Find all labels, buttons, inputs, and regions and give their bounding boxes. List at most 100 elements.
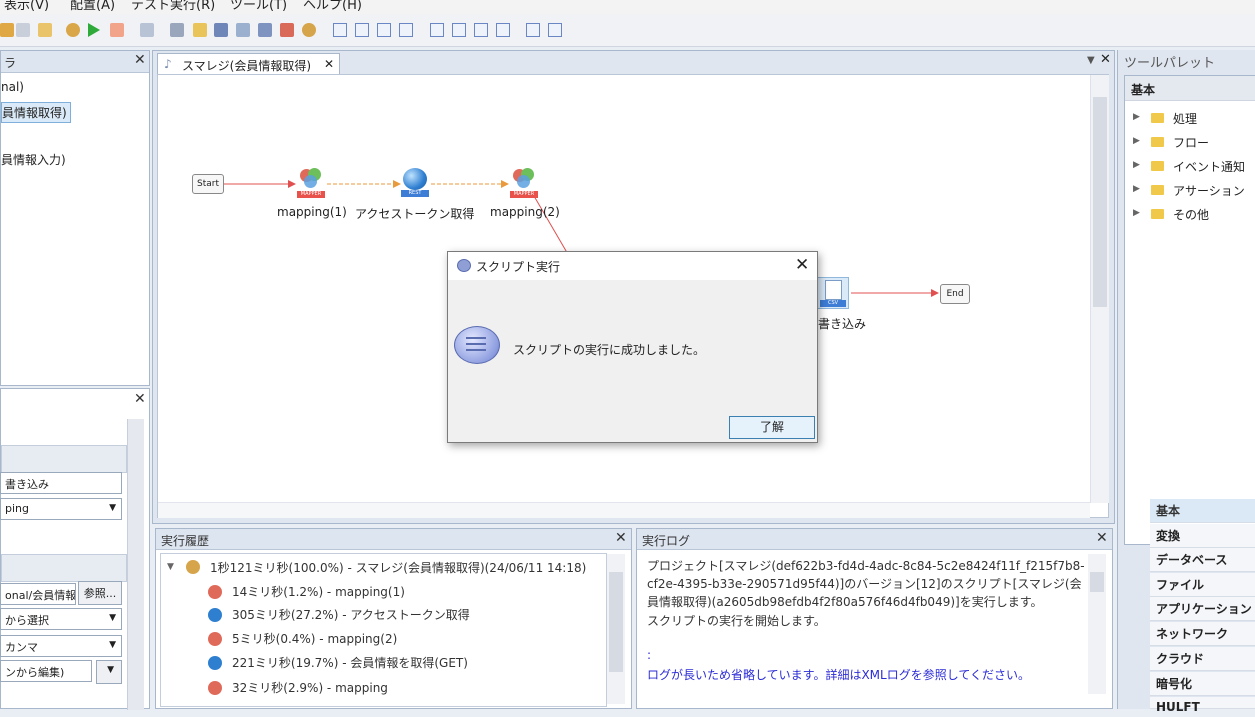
history-row[interactable]: 14ミリ秒(1.2%) - mapping(1)	[232, 583, 405, 600]
edit-pattern-field[interactable]: ンから編集)	[0, 660, 92, 682]
stop-icon[interactable]	[110, 23, 124, 37]
palette-category-database[interactable]: データベース	[1150, 548, 1255, 572]
start-node[interactable]: Start	[192, 174, 224, 194]
end-node[interactable]: End	[940, 284, 970, 304]
menu-bar: 表示(V) 配置(A) テスト実行(R) ツール(T) ヘルプ(H)	[0, 0, 1255, 14]
copy-icon[interactable]	[16, 23, 30, 37]
close-icon[interactable]: ✕	[1100, 52, 1111, 67]
scrollbar[interactable]	[607, 554, 625, 704]
menu-help[interactable]: ヘルプ(H)	[303, 0, 362, 13]
path-field[interactable]: onal/会員情報	[0, 583, 76, 605]
palette-category-convert[interactable]: 変換	[1150, 524, 1255, 548]
menu-view[interactable]: 表示(V)	[4, 0, 49, 13]
save-icon[interactable]	[0, 23, 14, 37]
delimiter-select[interactable]: カンマ ▼	[0, 635, 122, 657]
folder-item[interactable]: ▶ 処理	[1133, 110, 1255, 130]
debug-icon[interactable]	[66, 23, 80, 37]
mapper-node-icon[interactable]: MAPPER	[297, 167, 325, 198]
close-icon[interactable]: ✕	[324, 57, 334, 71]
scrollbar[interactable]	[1088, 554, 1106, 694]
folder-icon[interactable]	[193, 23, 207, 37]
distribute-v-icon[interactable]	[496, 23, 510, 37]
folder-icon	[1151, 185, 1164, 195]
chart-icon[interactable]	[280, 23, 294, 37]
log-line: 員情報取得)(a2605db98efdb4f2f80a576f46d4fb049…	[647, 595, 1043, 609]
folder-item[interactable]: ▶ その他	[1133, 206, 1255, 226]
source-select[interactable]: から選択 ▼	[0, 608, 122, 630]
mapper-node-icon[interactable]: MAPPER	[510, 167, 538, 198]
table-icon[interactable]	[258, 23, 272, 37]
palette-category-encryption[interactable]: 暗号化	[1150, 672, 1255, 696]
bug-icon[interactable]	[302, 23, 316, 37]
align-middle-icon[interactable]	[430, 23, 444, 37]
edit-pattern-dropdown[interactable]: ▼	[96, 660, 122, 684]
history-row[interactable]: 5ミリ秒(0.4%) - mapping(2)	[232, 630, 397, 647]
mapping-select[interactable]: ping ▼	[0, 498, 122, 520]
folder-item[interactable]: ▶ フロー	[1133, 134, 1255, 154]
palette-category-cloud[interactable]: クラウド	[1150, 647, 1255, 671]
browse-button[interactable]: 参照...	[78, 581, 122, 605]
distribute-h-icon[interactable]	[474, 23, 488, 37]
palette-category-network[interactable]: ネットワーク	[1150, 622, 1255, 646]
mapper-badge: MAPPER	[510, 191, 538, 198]
history-root[interactable]: 1秒121ミリ秒(100.0%) - スマレジ(会員情報取得)(24/06/11…	[210, 559, 586, 576]
node-label-mapping2: mapping(2)	[490, 205, 560, 219]
close-icon[interactable]: ✕	[134, 391, 146, 407]
close-icon[interactable]: ✕	[1096, 530, 1108, 546]
menu-test-run[interactable]: テスト実行(R)	[131, 0, 215, 13]
tree-item-selected[interactable]: 員情報取得)	[1, 102, 71, 123]
align-center-icon[interactable]	[355, 23, 369, 37]
history-tab: 実行履歴	[156, 529, 631, 550]
scroll-thumb[interactable]	[1090, 572, 1104, 592]
align-left-icon[interactable]	[333, 23, 347, 37]
mapper-icon	[208, 681, 222, 695]
arrow-head	[501, 180, 509, 188]
align-bottom-icon[interactable]	[452, 23, 466, 37]
log-line: cf2e-4395-b33e-290571d95f44)]のバージョン[12]の…	[647, 577, 1082, 591]
dialog-message: スクリプトの実行に成功しました。	[513, 343, 706, 357]
tree-item[interactable]: nal)	[1, 80, 24, 94]
log-line: スクリプトの実行を開始します。	[647, 614, 826, 628]
close-icon[interactable]: ✕	[795, 255, 809, 275]
csv-node-icon[interactable]: CSV	[817, 277, 849, 309]
tree-item[interactable]: 員情報入力)	[1, 151, 66, 168]
name-field[interactable]: 書き込み	[0, 472, 122, 494]
rest-node-icon[interactable]: REST	[401, 166, 429, 197]
mapper-icon	[208, 585, 222, 599]
same-height-icon[interactable]	[548, 23, 562, 37]
tool-icon[interactable]	[170, 23, 184, 37]
expand-icon[interactable]: ▼	[167, 562, 174, 572]
history-row[interactable]: 305ミリ秒(27.2%) - アクセストークン取得	[232, 606, 470, 623]
gear-icon[interactable]	[236, 23, 250, 37]
scrollbar[interactable]	[127, 419, 144, 710]
menu-layout[interactable]: 配置(A)	[70, 0, 115, 13]
history-row[interactable]: 221ミリ秒(19.7%) - 会員情報を取得(GET)	[232, 654, 468, 671]
scroll-thumb[interactable]	[609, 572, 623, 672]
menu-tools[interactable]: ツール(T)	[230, 0, 287, 13]
close-icon[interactable]: ✕	[134, 52, 146, 68]
align-right-icon[interactable]	[377, 23, 391, 37]
same-width-icon[interactable]	[526, 23, 540, 37]
close-icon[interactable]: ✕	[615, 530, 627, 546]
chevron-down-icon[interactable]: ▼	[1087, 55, 1095, 66]
script-result-dialog: スクリプト実行 ✕ スクリプトの実行に成功しました。 了解	[447, 251, 818, 443]
editor-tab[interactable]: ♪ スマレジ(会員情報取得) ✕	[157, 53, 340, 75]
folder-item[interactable]: ▶ イベント通知	[1133, 158, 1255, 178]
log-omitted-notice: ログが長いため省略しています。詳細はXMLログを参照してください。	[647, 668, 1030, 682]
grid-icon[interactable]	[140, 23, 154, 37]
chevron-down-icon: ▼	[107, 665, 114, 675]
doc-icon[interactable]	[214, 23, 228, 37]
project-explorer: ラ ✕ nal) 員情報取得) 員情報入力)	[0, 50, 150, 386]
history-row[interactable]: 32ミリ秒(2.9%) - mapping	[232, 679, 388, 696]
ok-button[interactable]: 了解	[729, 416, 815, 439]
run-icon[interactable]	[88, 23, 100, 37]
folder-label: フロー	[1173, 136, 1210, 150]
palette-category-application[interactable]: アプリケーション	[1150, 597, 1255, 621]
log-title: 実行ログ	[642, 534, 691, 548]
palette-category-hulft[interactable]: HULFT	[1150, 697, 1255, 714]
palette-category-basic[interactable]: 基本	[1150, 499, 1255, 523]
folder-item[interactable]: ▶ アサーション	[1133, 182, 1255, 202]
paste-icon[interactable]	[38, 23, 52, 37]
palette-category-file[interactable]: ファイル	[1150, 573, 1255, 597]
align-top-icon[interactable]	[399, 23, 413, 37]
